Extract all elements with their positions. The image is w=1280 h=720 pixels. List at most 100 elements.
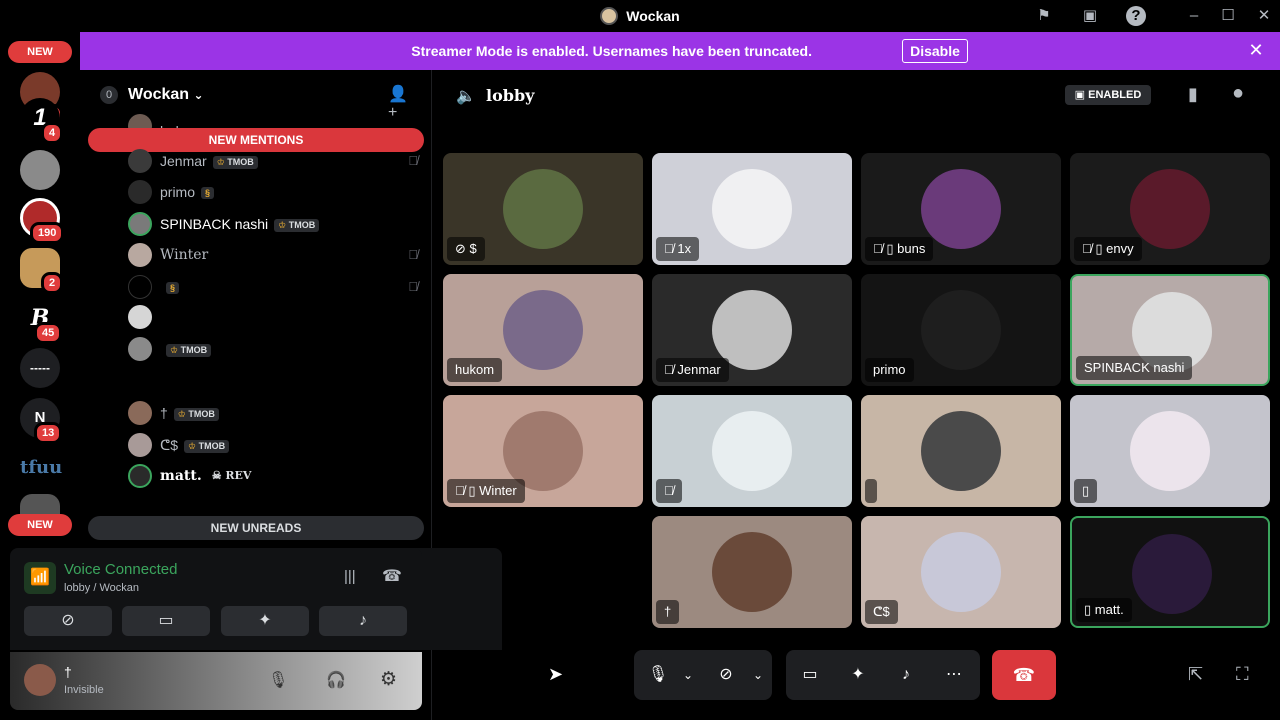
avatar[interactable] xyxy=(24,664,56,696)
enabled-badge[interactable]: ▣ ENABLED xyxy=(1065,85,1151,105)
soundboard-icon[interactable]: ♪ xyxy=(894,663,918,687)
media-controls: 🎙 ⌄ ⊘ ⌄ xyxy=(634,650,772,700)
activities-icon[interactable]: ✦ xyxy=(846,663,870,687)
disconnect-call-button[interactable]: ☎ xyxy=(992,650,1056,700)
video-tile[interactable]: † xyxy=(652,516,852,628)
tile-label: primo xyxy=(865,358,914,382)
video-tile[interactable]: primo xyxy=(861,274,1061,386)
screen-share-button[interactable]: ▭ xyxy=(122,606,210,636)
role-tag: ♔ TMOB xyxy=(274,219,320,232)
tile-label: ▯ matt. xyxy=(1076,598,1132,622)
channel-header: 🔈 lobby ▣ ENABLED ▮ ● xyxy=(432,70,1280,122)
video-tile[interactable]: 🎙̸ ▯ Winter xyxy=(443,395,643,507)
invite-people-icon[interactable]: 👤+ xyxy=(388,84,412,121)
channel-name: lobby xyxy=(486,86,535,105)
server-badge-2: 4 xyxy=(41,122,64,144)
app-logo-icon xyxy=(600,7,619,25)
screen-share-icon[interactable]: ▭ xyxy=(798,663,822,687)
new-pill-top[interactable]: NEW xyxy=(8,41,72,63)
role-tag: ♔ TMOB xyxy=(212,156,258,169)
voice-status: Voice Connected xyxy=(64,561,178,578)
tile-label: 🎙̸ xyxy=(656,479,682,503)
video-tile[interactable]: 🎙̸ ▯ envy xyxy=(1070,153,1270,265)
mic-options-chevron-icon[interactable]: ⌄ xyxy=(676,663,700,687)
tile-label xyxy=(865,479,877,503)
video-tile[interactable]: ▯ xyxy=(1070,395,1270,507)
video-tile[interactable]: SPINBACK nashi xyxy=(1070,274,1270,386)
video-tile[interactable]: 🎙̸ ▯ buns xyxy=(861,153,1061,265)
camera-options-chevron-icon[interactable]: ⌄ xyxy=(746,663,770,687)
close-banner-icon[interactable]: ✕ xyxy=(1244,38,1268,62)
phone-icon: ▯ xyxy=(468,483,476,498)
disable-button[interactable]: Disable xyxy=(902,39,968,63)
video-tile[interactable]: ᕦ$ xyxy=(861,516,1061,628)
role-tag: § xyxy=(166,282,180,294)
member-row[interactable]: Jenmar ♔ TMOB 🎙̸ xyxy=(128,148,418,174)
video-tile[interactable]: ▯ matt. xyxy=(1070,516,1270,628)
user-avatar xyxy=(921,532,1001,612)
phone-icon: ▯ xyxy=(1095,241,1103,256)
mic-muted-icon: 🎙̸ xyxy=(664,241,674,256)
noise-suppression-icon[interactable]: ||| xyxy=(344,568,356,585)
mic-muted-icon: 🎙̸ xyxy=(664,362,674,377)
maximize-button[interactable]: ☐ xyxy=(1218,6,1238,26)
server-icon-3[interactable] xyxy=(20,150,60,190)
disconnect-icon[interactable]: ☎ xyxy=(382,566,402,586)
microphone-icon[interactable]: 🎙 xyxy=(268,670,288,690)
server-badge-4: 190 xyxy=(30,222,65,244)
popout-icon[interactable]: ⇱ xyxy=(1188,664,1203,685)
server-badge-5: 2 xyxy=(41,272,64,294)
user-avatar xyxy=(503,290,583,370)
member-row[interactable]: Winter 🎙̸ xyxy=(128,242,418,268)
mic-toggle-button[interactable]: 🎙 xyxy=(646,663,670,687)
headphones-icon[interactable]: 🎧 xyxy=(326,670,346,690)
voice-channel[interactable]: lobby / Wockan xyxy=(64,582,139,594)
new-unreads-pill[interactable]: NEW UNREADS xyxy=(88,516,424,540)
settings-gear-icon[interactable]: ⚙ xyxy=(380,668,397,691)
help-icon[interactable]: ? xyxy=(1126,6,1146,26)
tile-label: SPINBACK nashi xyxy=(1076,356,1193,380)
signal-icon[interactable]: 📶 xyxy=(24,562,56,594)
mic-muted-icon: 🎙̸ xyxy=(455,483,465,498)
user-avatar xyxy=(921,169,1001,249)
inbox-icon[interactable]: ▣ xyxy=(1080,6,1100,26)
close-window-button[interactable]: ✕ xyxy=(1254,6,1274,26)
username: † xyxy=(64,664,72,680)
more-options-icon[interactable]: ⋯ xyxy=(942,663,966,687)
banner-message: Streamer Mode is enabled. Usernames have… xyxy=(411,43,812,59)
video-tile[interactable]: 🎙̸ 1x xyxy=(652,153,852,265)
activities-button[interactable]: ✦ xyxy=(221,606,309,636)
user-status: Invisible xyxy=(64,684,104,696)
role-tag: ♔ TMOB xyxy=(184,440,230,453)
video-tile[interactable]: 🎙̸ xyxy=(652,395,852,507)
bookmark-icon[interactable]: ▮ xyxy=(1188,84,1198,105)
video-tile[interactable]: hukom xyxy=(443,274,643,386)
mic-muted-icon: 🎙̸ xyxy=(408,279,418,294)
title-bar: Wockan ⚑ ▣ ? – ☐ ✕ xyxy=(0,0,1280,32)
fullscreen-icon[interactable]: ⛶ xyxy=(1236,664,1249,685)
server-name[interactable]: Wockan ⌄ xyxy=(128,86,204,104)
user-avatar xyxy=(712,532,792,612)
member-row[interactable]: § 🎙̸ xyxy=(128,274,418,300)
tile-label: † xyxy=(656,600,680,624)
video-tile[interactable]: 🎙̸ Jenmar xyxy=(652,274,852,386)
mic-muted-icon: 🎙̸ xyxy=(664,483,674,498)
server-icon-9[interactable]: tfuu xyxy=(20,448,62,488)
camera-toggle-button[interactable]: ⊘ xyxy=(714,663,738,687)
video-tile[interactable] xyxy=(861,395,1061,507)
user-avatar xyxy=(712,169,792,249)
tile-label: ▯ xyxy=(1074,479,1098,503)
user-avatar xyxy=(1130,169,1210,249)
server-icon-7[interactable]: ----- xyxy=(20,348,60,388)
role-tag: § xyxy=(201,187,215,199)
soundboard-button[interactable]: ♪ xyxy=(319,606,407,636)
video-off-icon: ⊘ xyxy=(455,241,466,256)
chat-icon[interactable]: ● xyxy=(1232,82,1244,105)
minimize-button[interactable]: – xyxy=(1184,6,1204,26)
new-pill-bottom[interactable]: NEW xyxy=(8,514,72,536)
video-tile[interactable]: ⊘ $ xyxy=(443,153,643,265)
user-avatar xyxy=(921,411,1001,491)
server-badge-6: 45 xyxy=(34,322,63,344)
camera-off-button[interactable]: ⊘ xyxy=(24,606,112,636)
flag-icon[interactable]: ⚑ xyxy=(1034,6,1054,26)
